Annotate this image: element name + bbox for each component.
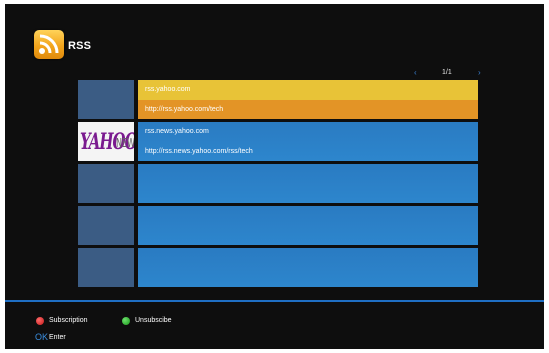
feed-thumbnail: [78, 206, 134, 245]
feed-thumbnail: [78, 80, 134, 119]
feed-thumbnail: [78, 164, 134, 203]
subscription-label[interactable]: Subscription: [49, 317, 88, 324]
feed-name: [138, 206, 478, 226]
feed-cell[interactable]: [138, 206, 478, 245]
feed-cell[interactable]: [138, 164, 478, 203]
feed-row[interactable]: rss.yahoo.com http://rss.yahoo.com/tech: [78, 80, 478, 119]
feed-url: [138, 226, 478, 246]
footer-divider: [5, 300, 544, 302]
yahoo-news-logo: YAHOO! NEWS: [78, 122, 134, 161]
feed-row[interactable]: [78, 248, 478, 287]
feed-name: [138, 248, 478, 268]
feed-thumbnail: [78, 248, 134, 287]
feed-cell[interactable]: rss.news.yahoo.com http://rss.news.yahoo…: [138, 122, 478, 161]
rss-icon: [34, 30, 64, 59]
unsubscribe-label[interactable]: Unsubscibe: [135, 317, 172, 324]
news-logo-text: NEWS: [116, 136, 134, 151]
feed-url: [138, 268, 478, 288]
feed-name: [138, 164, 478, 184]
enter-label[interactable]: Enter: [49, 334, 66, 341]
red-button-icon: [36, 317, 44, 325]
feed-url: http://rss.yahoo.com/tech: [138, 99, 478, 119]
feed-cell[interactable]: [138, 248, 478, 287]
feed-url: [138, 184, 478, 204]
page-prev-arrow-icon[interactable]: ‹: [414, 68, 417, 77]
feed-url: http://rss.news.yahoo.com/rss/tech: [145, 147, 253, 155]
green-button-icon: [122, 317, 130, 325]
feed-row[interactable]: [78, 164, 478, 203]
page-indicator: 1/1: [442, 69, 452, 76]
feed-thumbnail: YAHOO! NEWS: [78, 122, 134, 161]
feed-name: rss.news.yahoo.com: [145, 128, 209, 135]
feed-name: rss.yahoo.com: [138, 80, 478, 100]
tv-screen: RSS ‹ 1/1 › rss.yahoo.com http://rss.yah…: [5, 4, 544, 349]
feed-cell[interactable]: rss.yahoo.com http://rss.yahoo.com/tech: [138, 80, 478, 119]
feed-row[interactable]: [78, 206, 478, 245]
page-title: RSS: [68, 40, 92, 52]
feed-row[interactable]: YAHOO! NEWS rss.news.yahoo.com http://rs…: [78, 122, 478, 161]
ok-key-icon: OK: [35, 332, 49, 342]
page-next-arrow-icon[interactable]: ›: [478, 68, 481, 77]
